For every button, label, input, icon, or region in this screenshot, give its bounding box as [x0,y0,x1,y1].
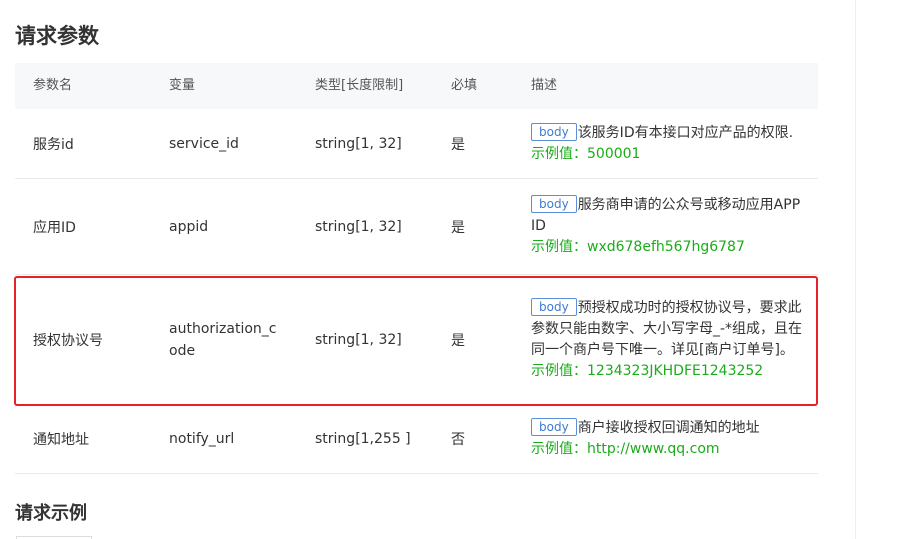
table-row: 通知地址 notify_url string[1,255 ] 否 body 商户接… [15,405,818,474]
table-row: 应用ID appid string[1, 32] 是 body 服务商申请的公众号… [15,179,818,275]
body-badge: body [531,122,577,141]
param-description: body 该服务ID有本接口对应产品的权限. 示例值：500001 [531,122,794,165]
param-name: 服务id [33,136,74,153]
description-text: 商户接收授权回调通知的地址 [577,420,760,436]
request-params-title: 请求参数 [15,24,99,48]
param-description: body 商户接收授权回调通知的地址 示例值：http://www.qq.com [531,418,760,460]
example-value: 示例值：http://www.qq.com [531,441,720,457]
col-header-required: 必填 [451,78,478,93]
params-table: 参数名 变量 类型[长度限制] 必填 描述 服务id service_id st… [15,63,818,474]
param-type: string[1,255 ] [315,431,411,447]
param-variable: appid [169,218,209,235]
right-panel-divider [855,0,856,539]
param-required: 是 [451,219,465,236]
param-variable: notify_url [169,431,235,447]
param-required: 否 [451,432,465,448]
col-header-type: 类型[长度限制] [315,78,404,93]
table-row: 服务id service_id string[1, 32] 是 body 该服务I… [15,109,818,179]
param-name: 通知地址 [33,432,89,448]
example-value: 示例值：wxd678efh567hg6787 [531,239,745,255]
param-description: body 服务商申请的公众号或移动应用APP ID 示例值：wxd678efh56… [531,195,803,258]
param-type: string[1, 32] [315,135,402,152]
body-badge: body [531,418,577,436]
col-header-variable: 变量 [169,78,196,93]
param-required: 是 [451,136,465,153]
example-value: 示例值：500001 [531,145,641,162]
table-header: 参数名 变量 类型[长度限制] 必填 描述 [15,63,818,109]
description-text: 该服务ID有本接口对应产品的权限. [577,124,794,141]
highlight-box [14,276,818,406]
col-header-name: 参数名 [33,78,73,93]
body-badge: body [531,195,577,213]
param-type: string[1, 32] [315,218,402,235]
param-variable: service_id [169,135,239,152]
param-name: 应用ID [33,219,76,236]
col-header-description: 描述 [531,78,558,93]
request-example-title: 请求示例 [15,503,87,524]
